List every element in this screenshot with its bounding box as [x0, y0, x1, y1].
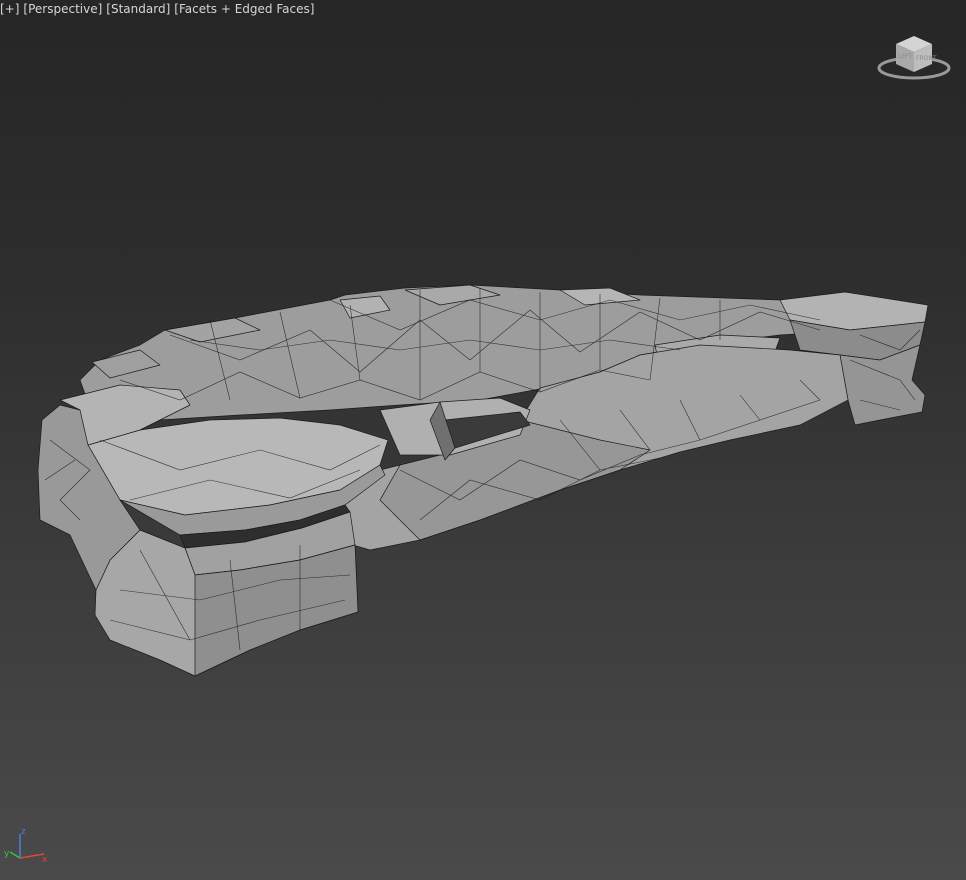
viewcube-icon[interactable]: LEFT FRONT — [874, 28, 954, 86]
mesh-faces — [37, 284, 929, 677]
z-axis-label: z — [21, 827, 26, 837]
viewcube-left-label: LEFT — [898, 53, 912, 60]
x-axis-label: x — [42, 855, 48, 865]
viewcube-front-label: FRONT — [916, 55, 937, 62]
axis-tripod-icon: x y z — [4, 827, 48, 865]
perspective-viewport[interactable]: [+] [Perspective] [Standard] [Facets + E… — [0, 0, 966, 880]
y-axis-label: y — [4, 849, 10, 859]
x-axis-line — [19, 853, 45, 859]
y-axis-line — [9, 851, 21, 859]
rock-wall-mesh[interactable] — [0, 0, 966, 880]
